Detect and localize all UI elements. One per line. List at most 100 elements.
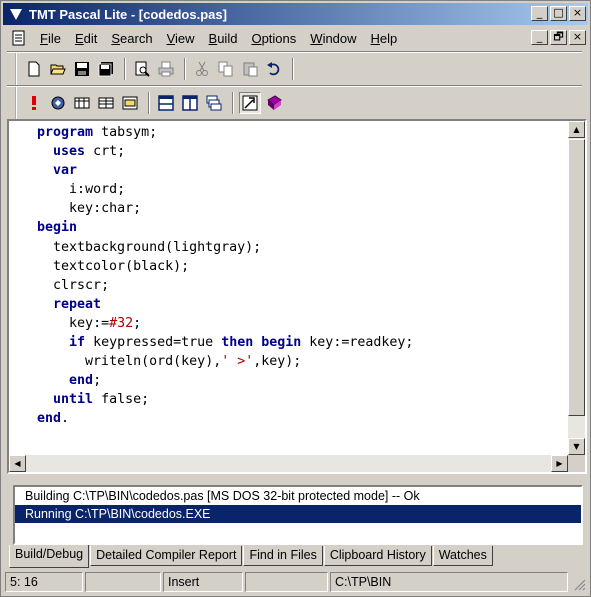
maximize-button[interactable]: □ <box>550 6 567 21</box>
menu-label: earch <box>120 30 153 46</box>
save-all-icon[interactable] <box>95 58 117 80</box>
code-line[interactable]: begin <box>37 218 413 237</box>
code-line[interactable]: textcolor(black); <box>37 257 413 276</box>
tab-clipboard-history[interactable]: Clipboard History <box>323 546 432 566</box>
resize-grip-icon[interactable] <box>572 577 586 591</box>
menu-label: elp <box>379 30 398 46</box>
horizontal-scrollbar[interactable]: ◀ ▶ <box>9 455 568 472</box>
menu-help[interactable]: Help <box>364 31 405 46</box>
paste-icon[interactable] <box>239 58 261 80</box>
status-bar: 5: 16 Insert C:\TP\BIN <box>5 572 588 593</box>
menu-accelerator: H <box>370 30 380 46</box>
code-line[interactable]: uses crt; <box>37 142 413 161</box>
tab-find-in-files[interactable]: Find in Files <box>243 546 323 566</box>
code-line[interactable]: until false; <box>37 390 413 409</box>
code-line[interactable]: key:=#32; <box>37 314 413 333</box>
tab-build-debug[interactable]: Build/Debug <box>9 545 90 568</box>
menu-accelerator: V <box>166 30 176 46</box>
compile-icon[interactable] <box>47 92 69 114</box>
app-logo-icon <box>7 5 25 23</box>
vertical-scroll-thumb[interactable] <box>568 139 585 416</box>
cascade-windows-icon[interactable] <box>203 92 225 114</box>
new-file-icon[interactable] <box>23 58 45 80</box>
code-line[interactable]: end. <box>37 409 413 428</box>
cursor-position: 5: 16 <box>5 572 83 592</box>
code-line[interactable]: textbackground(lightgray); <box>37 238 413 257</box>
build-toolbar <box>15 87 575 119</box>
standard-toolbar <box>15 53 575 85</box>
menu-label: ptions <box>261 30 297 46</box>
open-folder-icon[interactable] <box>47 58 69 80</box>
help-book-icon[interactable] <box>263 92 285 114</box>
doc-close-button[interactable]: × <box>569 30 586 45</box>
code-line[interactable]: i:word; <box>37 180 413 199</box>
menu-bar: File Edit Search View Build Options Window Help… <box>3 27 588 49</box>
code-line[interactable]: clrscr; <box>37 276 413 295</box>
make-icon[interactable] <box>71 92 93 114</box>
menu-edit[interactable]: Edit <box>68 31 104 46</box>
save-icon[interactable] <box>71 58 93 80</box>
menu-file[interactable]: File <box>33 31 68 46</box>
split-vertical-icon[interactable] <box>179 92 201 114</box>
code-editor[interactable]: program tabsym; uses crt; var i:word; ke… <box>7 119 587 474</box>
undo-icon[interactable] <box>263 58 285 80</box>
minimize-button[interactable]: _ <box>531 6 548 21</box>
toolbar-separator <box>232 92 234 114</box>
menu-view[interactable]: View <box>160 31 202 46</box>
code-line[interactable]: key:char; <box>37 199 413 218</box>
document-icon[interactable] <box>11 30 27 46</box>
scroll-right-icon[interactable]: ▶ <box>551 455 568 472</box>
code-line[interactable]: if keypressed=true then begin key:=readk… <box>37 333 413 352</box>
run-icon[interactable] <box>23 92 45 114</box>
view-icon[interactable] <box>239 92 261 114</box>
doc-minimize-button[interactable]: _ <box>531 30 548 45</box>
debug-icon[interactable] <box>119 92 141 114</box>
toolbar-separator <box>148 92 150 114</box>
output-line[interactable]: Running C:\TP\BIN\codedos.EXE <box>15 505 581 523</box>
menu-build[interactable]: Build <box>202 31 245 46</box>
code-line[interactable]: program tabsym; <box>37 123 413 142</box>
output-line[interactable]: Building C:\TP\BIN\codedos.pas [MS DOS 3… <box>15 487 581 505</box>
build-all-icon[interactable] <box>95 92 117 114</box>
app-window: TMT Pascal Lite - [codedos.pas] _ □ × Fi… <box>0 0 591 597</box>
status-empty-panel <box>245 572 328 592</box>
menu-accelerator: O <box>251 30 262 46</box>
menu-accelerator: E <box>74 30 84 46</box>
print-preview-icon[interactable] <box>131 58 153 80</box>
scroll-down-icon[interactable]: ▼ <box>568 438 585 455</box>
scroll-up-icon[interactable]: ▲ <box>568 121 585 138</box>
cut-icon[interactable] <box>191 58 213 80</box>
menu-options[interactable]: Options <box>244 31 303 46</box>
split-horizontal-icon[interactable] <box>155 92 177 114</box>
code-line[interactable]: repeat <box>37 295 413 314</box>
current-directory: C:\TP\BIN <box>330 572 568 592</box>
menu-label: dit <box>83 30 98 46</box>
menu-label: uild <box>217 30 238 46</box>
code-line[interactable]: end; <box>37 371 413 390</box>
code-text[interactable]: program tabsym; uses crt; var i:word; ke… <box>37 123 413 429</box>
menu-label: iew <box>175 30 195 46</box>
menu-label: indow <box>322 30 357 46</box>
menu-search[interactable]: Search <box>104 31 159 46</box>
toolbar-separator <box>184 58 186 80</box>
window-title: TMT Pascal Lite - [codedos.pas] <box>29 6 227 22</box>
print-icon[interactable] <box>155 58 177 80</box>
menu-accelerator: F <box>40 30 48 46</box>
code-line[interactable]: writeln(ord(key),' >',key); <box>37 352 413 371</box>
tab-watches[interactable]: Watches <box>432 546 493 566</box>
tab-detailed-compiler-report[interactable]: Detailed Compiler Report <box>90 546 243 566</box>
code-line[interactable]: var <box>37 161 413 180</box>
scroll-corner <box>568 455 585 472</box>
menu-window[interactable]: Window <box>303 31 363 46</box>
copy-icon[interactable] <box>215 58 237 80</box>
vertical-scrollbar[interactable]: ▲ ▼ <box>568 121 585 455</box>
close-button[interactable]: × <box>569 6 586 21</box>
scroll-left-icon[interactable]: ◀ <box>9 455 26 472</box>
menu-accelerator: S <box>111 30 121 46</box>
status-empty-panel <box>85 572 161 592</box>
doc-restore-button[interactable]: 🗗 <box>550 30 567 45</box>
title-bar[interactable]: TMT Pascal Lite - [codedos.pas] _ □ × <box>3 3 588 25</box>
build-output-panel[interactable]: Building C:\TP\BIN\codedos.pas [MS DOS 3… <box>13 485 583 545</box>
output-tabs: Build/Debug Detailed Compiler Report Find … <box>9 545 494 568</box>
insert-mode: Insert <box>163 572 243 592</box>
